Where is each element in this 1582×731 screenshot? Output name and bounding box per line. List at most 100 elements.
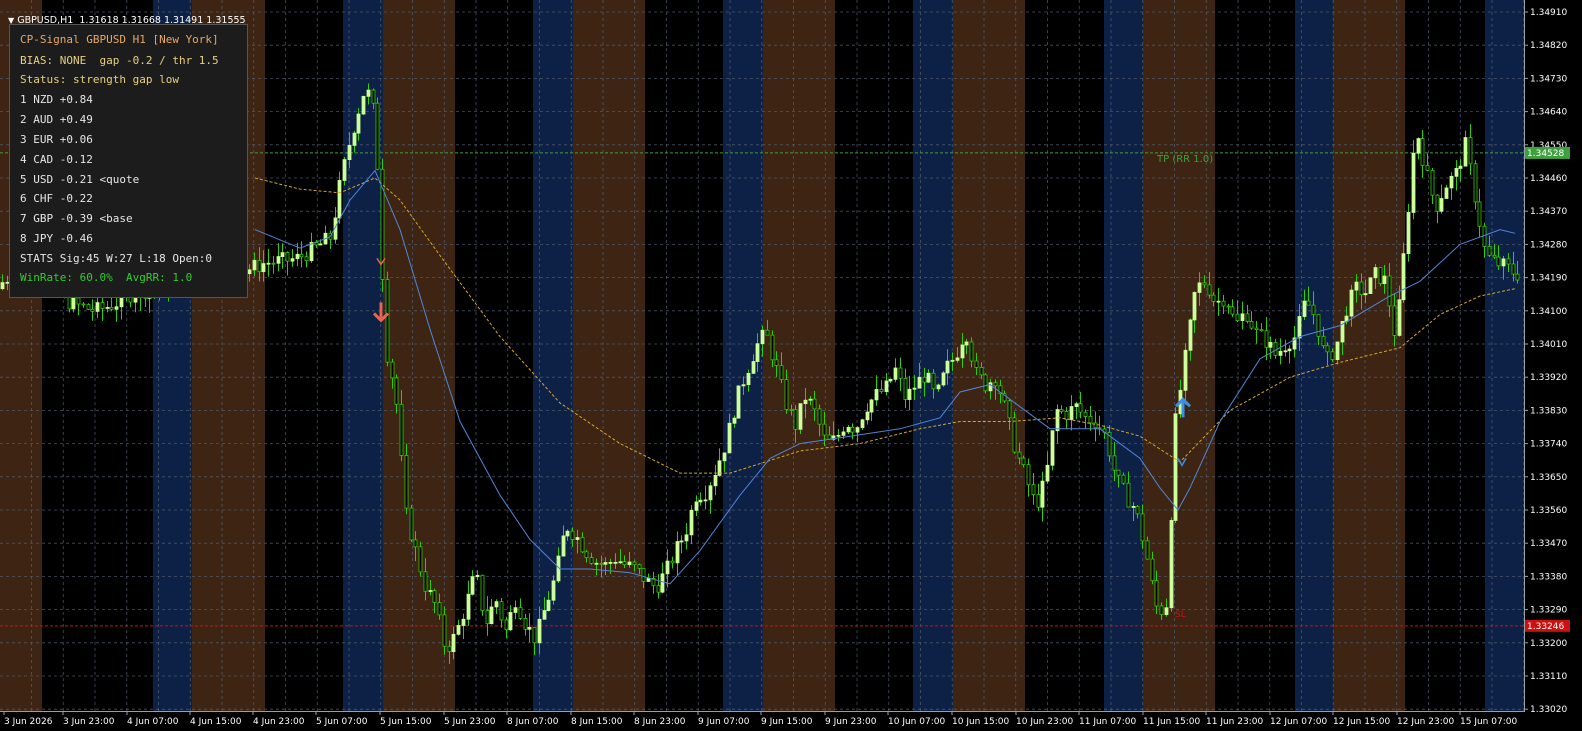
bear-candle [1321,335,1326,347]
bear-candle [1112,455,1117,471]
bull-candle [290,258,295,262]
bull-candle [1501,258,1506,267]
bull-candle [912,387,917,390]
new-york-session-band [573,0,645,711]
time-axis-label: 8 Jun 07:00 [507,717,559,727]
bull-candle [575,537,580,540]
price-axis-label: 1.34280 [1530,240,1567,250]
bear-candle [1387,275,1392,307]
bull-candle [261,263,266,273]
bear-candle [580,537,585,553]
bull-candle [1397,299,1402,336]
bull-candle [1074,403,1079,407]
bull-candle [760,329,765,345]
bear-candle [1515,273,1520,281]
bull-candle [1268,341,1273,348]
bear-candle [969,341,974,362]
bear-candle [922,376,927,383]
bear-candle [1254,327,1259,330]
bear-candle [1430,169,1435,196]
bull-candle [1283,350,1288,353]
bull-candle [366,89,371,97]
bear-candle [90,308,95,312]
bear-candle [784,379,789,410]
bull-candle [855,427,860,433]
bear-candle [1273,341,1278,356]
bear-candle [1116,469,1121,476]
new-york-session-band [1333,0,1405,711]
time-axis-label: 15 Jun 07:00 [1460,717,1517,727]
bear-candle [1477,201,1482,227]
bull-candle [874,389,879,401]
bull-candle [917,376,922,389]
bear-candle [1492,254,1497,258]
bear-candle [1420,138,1425,166]
bull-candle [741,384,746,387]
bear-candle [1093,422,1098,429]
bull-candle [1297,316,1302,339]
bull-candle [309,242,314,262]
bull-candle [461,618,466,626]
bull-candle [1216,300,1221,303]
bull-candle [945,360,950,374]
bull-candle [926,372,931,383]
bull-candle [508,612,513,631]
bear-candle [1468,137,1473,165]
bear-candle [1078,403,1083,413]
bear-candle [394,377,399,405]
bear-candle [774,359,779,366]
bull-candle [836,434,841,437]
bear-candle [656,585,661,593]
bear-candle [1359,281,1364,296]
bull-candle [561,535,566,557]
bear-candle [1482,225,1487,247]
bear-candle [499,601,504,621]
bull-candle [988,382,993,392]
bull-candle [665,560,670,575]
bear-candle [81,303,86,306]
price-axis-label: 1.34460 [1530,174,1567,184]
bear-candle [632,561,637,566]
bull-candle [841,431,846,436]
bull-candle [356,113,361,134]
price-axis-label: 1.34910 [1530,8,1567,18]
bear-candle [1031,484,1036,495]
bear-candle [390,361,395,379]
bear-candle [1473,163,1478,203]
bull-candle [627,561,632,566]
bull-candle [565,530,570,537]
bear-candle [1230,306,1235,315]
bear-candle [822,423,827,436]
bear-candle [304,256,309,262]
bull-candle [1164,607,1169,615]
bull-candle [1411,152,1416,213]
bull-candle [594,562,599,565]
bull-candle [1173,413,1178,521]
bear-candle [257,259,262,273]
symbol-header[interactable]: ▼ GBPUSD,H1 1.31618 1.31668 1.31491 1.315… [2,4,246,26]
bull-candle [803,399,808,405]
bear-candle [399,403,404,456]
bear-candle [993,382,998,387]
rank-row: 2 AUD +0.49 [20,113,93,126]
price-axis[interactable]: 1.349101.348201.347301.346401.345501.344… [1524,8,1567,715]
bull-candle [1373,267,1378,279]
bear-candle [812,398,817,410]
bull-candle [1335,341,1340,361]
time-axis-label: 4 Jun 23:00 [253,717,305,727]
bear-candle [589,557,594,564]
bear-candle [1007,400,1012,419]
bear-candle [817,408,822,425]
bear-candle [385,279,390,363]
time-axis-label: 12 Jun 07:00 [1270,717,1327,727]
tokyo-session-band [1104,0,1143,711]
winrate-line: WinRate: 60.0% AvgRR: 1.0 [20,271,193,284]
new-york-session-band [1143,0,1215,711]
bull-candle [247,269,252,275]
time-axis[interactable]: 3 Jun 2026 3 Jun 23:00 4 Jun 07:00 4 Jun 15… [3,711,1517,727]
bull-candle [318,243,323,246]
bear-candle [423,571,428,592]
price-tag-label: 1.33246 [1527,622,1564,632]
bear-candle [1378,267,1383,285]
time-axis-label: 5 Jun 15:00 [380,717,432,727]
